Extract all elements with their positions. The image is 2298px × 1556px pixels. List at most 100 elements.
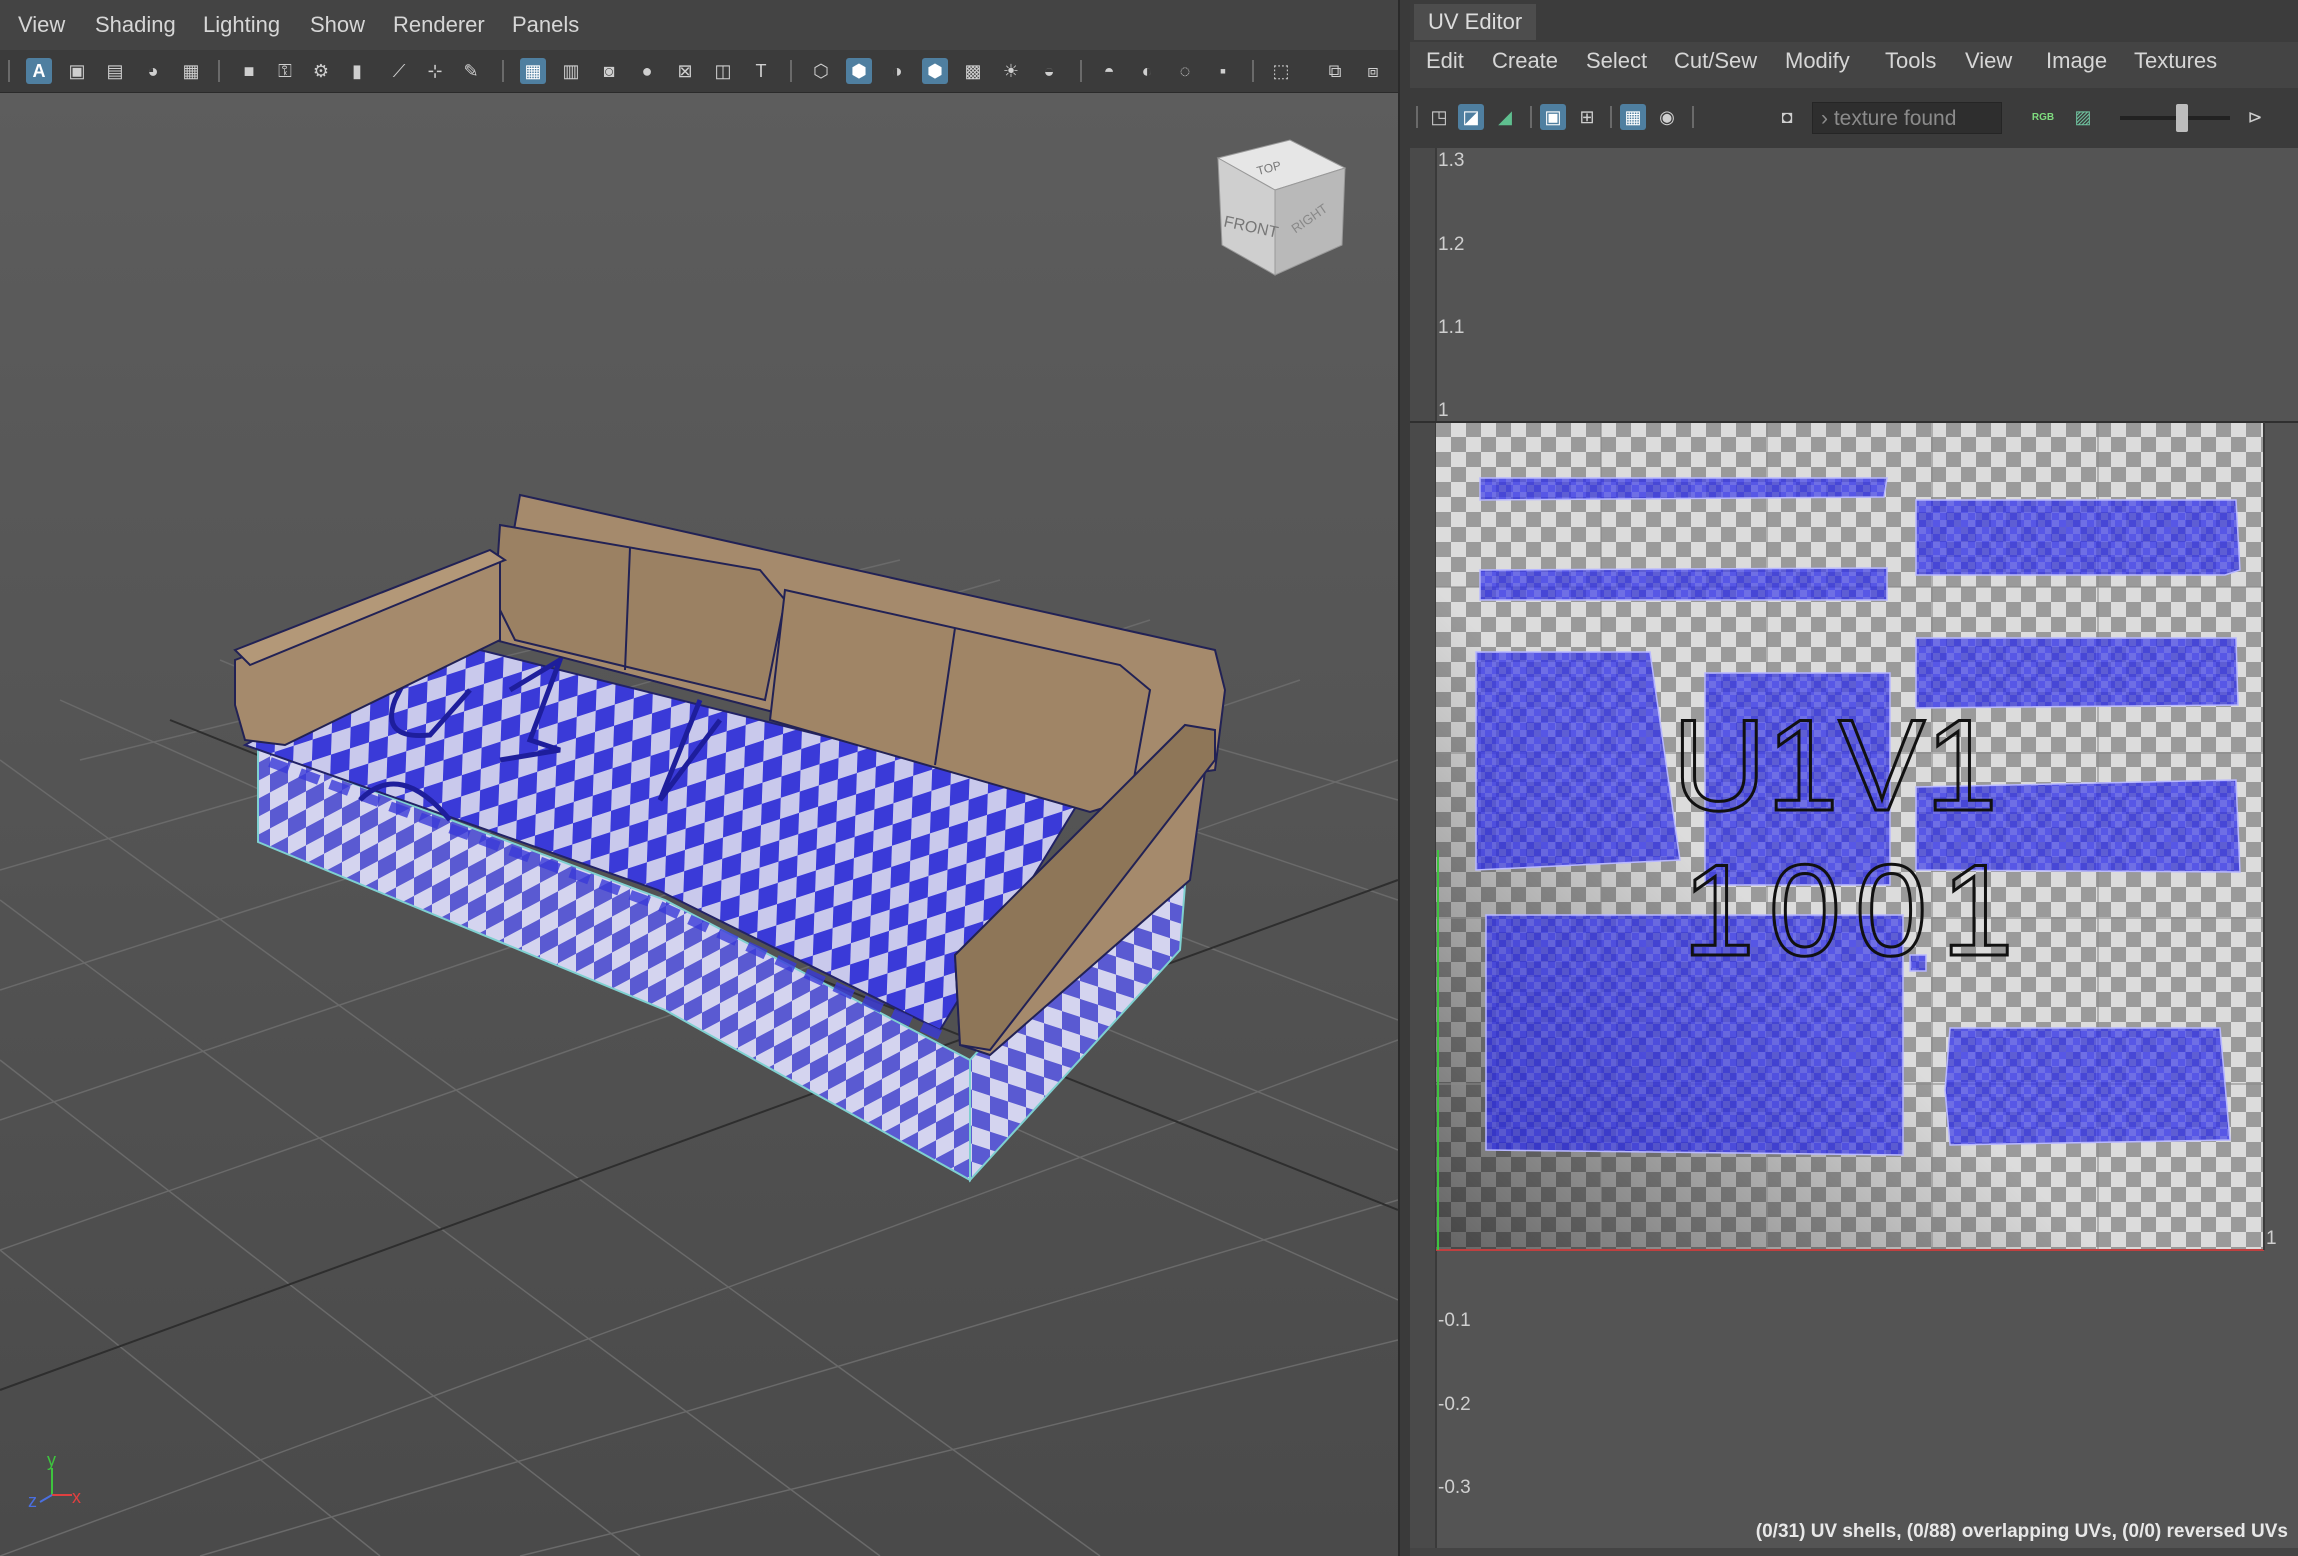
menu-view[interactable]: View [18,12,65,38]
uv-dim-image-icon[interactable]: ◉ [1654,104,1680,130]
uv-menu-textures[interactable]: Textures [2134,48,2217,74]
menu-panels[interactable]: Panels [512,12,579,38]
camera-icon[interactable]: ■ [236,58,262,84]
axis-gizmo: y x z [28,1450,81,1511]
toolbar-separator [1610,106,1612,128]
xray-icon[interactable]: ⧉ [1322,58,1348,84]
uv-snapshot-camera-icon[interactable]: ◘ [1774,104,1800,130]
uv-shell[interactable] [1479,567,1888,601]
view-cube[interactable]: TOP FRONT RIGHT [1216,139,1347,276]
ruler-label: -0.3 [1438,1477,1471,1498]
uv-toolbar-scroll-right-icon[interactable]: ⊳ [2242,104,2268,130]
uv-shell[interactable] [1915,499,2241,576]
safe-action-icon[interactable]: ◫ [710,58,736,84]
uv-editor-panel: UV Editor Edit Create Select Cut/Sew Mod… [1410,0,2298,1556]
toolbar-separator [8,60,10,82]
uv-tile-label-1001: 1001 [1682,837,2027,983]
uv-menu-modify[interactable]: Modify [1785,48,1850,74]
gate-mask-icon[interactable]: ● [634,58,660,84]
wireframe-on-shaded-icon[interactable]: ⬢ [922,58,948,84]
motion-blur-icon[interactable]: ◐ [1134,58,1160,84]
ambient-occlusion-icon[interactable]: ◓ [1096,58,1122,84]
camera-attributes-icon[interactable]: ▣ [64,58,90,84]
toolbar-separator [1692,106,1694,128]
menu-lighting[interactable]: Lighting [203,12,280,38]
uv-checker-icon[interactable]: ◢ [1492,104,1518,130]
uv-menu-create[interactable]: Create [1492,48,1558,74]
uv-exposure-slider[interactable] [2120,116,2230,120]
grease-pencil-icon[interactable]: ⟋ [386,58,412,84]
uv-menu-cut-sew[interactable]: Cut/Sew [1674,48,1757,74]
uv-rgb-channels-icon[interactable]: RGB [2030,104,2056,130]
viewport-toolbar: A ▣ ▤ ◕ ▦ ■ ⚿ ⚙ ▮ ⟋ ⊹ ✎ ▦ ▥ ◙ ● ⊠ ◫ T ⬡ … [0,50,1398,93]
grid-icon[interactable]: ▦ [520,58,546,84]
viewport-scene: TOP FRONT RIGHT y x z [0,139,1398,1556]
shadows-icon[interactable]: ◒ [1036,58,1062,84]
axis-x-label: x [72,1487,81,1507]
uv-menu-tools[interactable]: Tools [1885,48,1936,74]
bookmarks-icon[interactable]: ▤ [102,58,128,84]
uv-shell[interactable] [1479,477,1888,501]
bookmark-icon[interactable]: ▮ [344,58,370,84]
uv-menu-select[interactable]: Select [1586,48,1647,74]
uv-menu-image[interactable]: Image [2046,48,2107,74]
toolbar-separator [502,60,504,82]
viewport-canvas[interactable]: TOP FRONT RIGHT y x z [0,93,1398,1556]
select-camera-icon[interactable]: A [26,58,52,84]
uv-shell[interactable] [1944,1027,2231,1146]
ruler-label: 1 [2266,1228,2277,1249]
camera-settings-icon[interactable]: ⚙ [308,58,334,84]
anti-aliasing-icon[interactable]: ◌ [1172,58,1198,84]
textured-icon[interactable]: ▩ [960,58,986,84]
uv-editor-toolbar: ◳ ◪ ◢ ▣ ⊞ ▦ ◉ ◘ › texture found RGB ▨ ⊳ [1410,88,2298,148]
uv-canvas-svg: U1V1 1001 1.3 1.2 1.1 1 -0.1 -0.2 -0.3 1 [1410,148,2298,1548]
uv-tile-grid-icon[interactable]: ▦ [1620,104,1646,130]
menu-show[interactable]: Show [310,12,365,38]
uv-distortion-icon[interactable]: ◪ [1458,104,1484,130]
uv-pixel-snap-icon[interactable]: ⊞ [1574,104,1600,130]
uv-editor-canvas[interactable]: U1V1 1001 1.3 1.2 1.1 1 -0.1 -0.2 -0.3 1 [1410,148,2298,1548]
uv-grid-icon[interactable]: ▣ [1540,104,1566,130]
isolate-select-icon[interactable]: ⬚ [1268,58,1294,84]
uv-exposure-slider-thumb[interactable] [2176,104,2188,132]
field-chart-icon[interactable]: ⊠ [672,58,698,84]
toolbar-separator [218,60,220,82]
uv-editor-tab[interactable]: UV Editor [1414,4,1537,40]
film-gate-icon[interactable]: ▥ [558,58,584,84]
smooth-shade-icon[interactable]: ⬢ [846,58,872,84]
default-material-icon[interactable]: ◑ [884,58,910,84]
menu-renderer[interactable]: Renderer [393,12,485,38]
ruler-label: -0.1 [1438,1310,1471,1331]
menu-shading[interactable]: Shading [95,12,176,38]
ruler-label: -0.2 [1438,1394,1471,1415]
toolbar-separator [790,60,792,82]
uv-shell-border-icon[interactable]: ◳ [1426,104,1452,130]
viewport-panel: View Shading Lighting Show Renderer Pane… [0,0,1398,1556]
resolution-gate-icon[interactable]: ◙ [596,58,622,84]
depth-of-field-icon[interactable]: ▪ [1210,58,1236,84]
axis-y-label: y [47,1450,56,1470]
uv-status-bar: (0/31) UV shells, (0/88) overlapping UVs… [1755,1521,2288,1542]
xray-joints-icon[interactable]: ⧈ [1360,58,1386,84]
axis-z-label: z [28,1491,37,1511]
ruler-label: 1.2 [1438,234,1464,255]
toolbar-separator [1252,60,1254,82]
two-d-pan-icon[interactable]: ▦ [178,58,204,84]
uv-editor-menubar: Edit Create Select Cut/Sew Modify Tools … [1410,42,2298,82]
paint-icon[interactable]: ✎ [458,58,484,84]
uv-menu-edit[interactable]: Edit [1426,48,1464,74]
snap-icon[interactable]: ⊹ [422,58,448,84]
image-plane-icon[interactable]: ◕ [140,58,166,84]
uv-tile-label-u1v1: U1V1 [1672,692,1997,838]
lights-icon[interactable]: ☀ [998,58,1024,84]
uv-menu-view[interactable]: View [1965,48,2012,74]
toolbar-separator [1080,60,1082,82]
lock-camera-icon[interactable]: ⚿ [272,58,298,84]
uv-editor-tabbar: UV Editor [1410,0,2298,42]
uv-shell[interactable] [1475,651,1681,871]
uv-texture-field[interactable]: › texture found [1812,102,2002,134]
safe-title-icon[interactable]: T [748,58,774,84]
uv-alpha-icon[interactable]: ▨ [2070,104,2096,130]
wireframe-icon[interactable]: ⬡ [808,58,834,84]
toolbar-separator [1416,106,1418,128]
